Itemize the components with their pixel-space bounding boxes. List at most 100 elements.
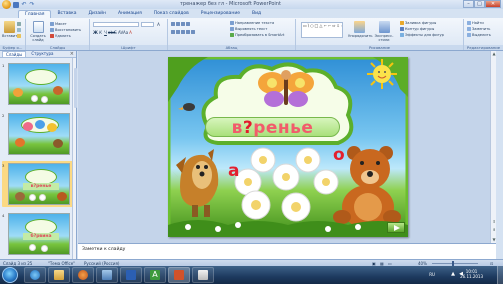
option-letter-o[interactable]: о bbox=[333, 145, 345, 165]
find-button[interactable]: Найти bbox=[467, 21, 484, 25]
clock[interactable]: 10:01 26.11.2013 bbox=[460, 269, 483, 279]
taskbar-media[interactable] bbox=[72, 267, 94, 283]
scrollbar-thumb[interactable] bbox=[73, 68, 77, 108]
bullets-buttons[interactable] bbox=[171, 22, 190, 26]
quick-styles-button[interactable]: Экспресс-стили bbox=[372, 21, 396, 42]
pane-tabs: Слайды Структура × bbox=[0, 51, 76, 58]
word-icon bbox=[126, 270, 136, 280]
save-icon[interactable] bbox=[13, 1, 19, 8]
maximize-button[interactable]: □ bbox=[474, 0, 485, 8]
layout-button[interactable]: Макет bbox=[50, 22, 67, 26]
new-slide-button[interactable]: Создать слайд bbox=[28, 21, 48, 42]
start-button[interactable] bbox=[2, 267, 18, 283]
font-size-combo[interactable] bbox=[141, 22, 154, 27]
editor-scrollbar[interactable]: ▲ ⇞ ⇟ ▼ bbox=[490, 51, 496, 243]
thumbnail-image: в?ренье bbox=[8, 163, 70, 205]
paragraph-group: Направление текста Выровнять текст Преоб… bbox=[168, 19, 296, 50]
font-color-button[interactable]: A bbox=[128, 30, 133, 35]
format-painter-icon[interactable] bbox=[17, 34, 21, 38]
tab-slides[interactable]: Слайды bbox=[2, 51, 27, 57]
quick-styles-icon bbox=[378, 21, 390, 33]
tab-outline[interactable]: Структура bbox=[28, 51, 56, 57]
redo-icon[interactable]: ↷ bbox=[29, 1, 35, 8]
slide-canvas[interactable]: в?ренье а о bbox=[168, 57, 408, 237]
next-slide-arrow[interactable]: ⇟ bbox=[491, 227, 497, 233]
thumbnail-word: в?ренье bbox=[23, 183, 59, 190]
layout-icon bbox=[50, 22, 54, 26]
undo-icon[interactable]: ↶ bbox=[21, 1, 27, 8]
delete-slide-button[interactable]: Удалить bbox=[50, 34, 71, 38]
shape-effects-button[interactable]: Эффекты для фигур bbox=[400, 33, 444, 37]
tab-slideshow[interactable]: Показ слайдов bbox=[148, 10, 195, 18]
missing-letter-mark: ? bbox=[242, 118, 254, 138]
tab-animation[interactable]: Анимация bbox=[112, 10, 148, 18]
smartart-button[interactable]: Преобразовать в SmartArt bbox=[230, 33, 284, 37]
previous-slide-arrow[interactable]: ⇞ bbox=[491, 219, 497, 225]
notes-placeholder: Заметки к слайду bbox=[82, 247, 126, 252]
reset-button[interactable]: Восстановить bbox=[50, 28, 81, 32]
reset-icon bbox=[50, 28, 54, 32]
taskbar-publisher[interactable]: A bbox=[144, 267, 166, 283]
alignment-buttons[interactable] bbox=[171, 30, 195, 34]
font-name-combo[interactable] bbox=[93, 22, 139, 27]
ribbon-tabs: Главная Вставка Дизайн Анимация Показ сл… bbox=[0, 9, 503, 18]
clipboard-group: Вставить Буфер о... bbox=[0, 19, 26, 50]
taskbar-explorer[interactable] bbox=[48, 267, 70, 283]
slide-editor: в?ренье а о ▲ ⇞ ⇟ ▼ bbox=[78, 51, 496, 243]
taskbar-word[interactable] bbox=[120, 267, 142, 283]
slide-thumbnail-4[interactable]: 4 б?рвина bbox=[2, 211, 74, 257]
window-icon bbox=[102, 270, 112, 280]
copy-icon[interactable] bbox=[17, 28, 21, 32]
tab-home[interactable]: Главная bbox=[18, 10, 52, 18]
taskbar-ie[interactable] bbox=[24, 267, 46, 283]
show-desktop-button[interactable] bbox=[497, 266, 503, 284]
text-direction-button[interactable]: Направление текста bbox=[230, 21, 274, 25]
taskbar-paint[interactable] bbox=[192, 267, 214, 283]
slide-number: 4 bbox=[2, 213, 5, 218]
slide-thumbnail-1[interactable]: 1 bbox=[2, 61, 74, 107]
tab-design[interactable]: Дизайн bbox=[83, 10, 112, 18]
input-language[interactable]: RU bbox=[429, 272, 435, 277]
paste-button[interactable]: Вставить bbox=[2, 21, 19, 38]
minimize-button[interactable]: – bbox=[463, 0, 474, 8]
replace-button[interactable]: Заменить bbox=[467, 27, 490, 31]
paragraph-group-label: Абзац bbox=[168, 45, 295, 50]
effects-icon bbox=[400, 33, 404, 37]
slide-thumbnail-2[interactable]: 2 bbox=[2, 111, 74, 157]
shape-outline-button[interactable]: Контур фигуры bbox=[400, 27, 434, 31]
align-text-button[interactable]: Выровнять текст bbox=[230, 27, 267, 31]
close-button[interactable]: ✕ bbox=[485, 0, 501, 8]
cut-icon[interactable] bbox=[17, 22, 21, 26]
tab-review[interactable]: Рецензирование bbox=[195, 10, 246, 18]
thumbnail-image bbox=[8, 113, 70, 155]
grow-font-icon[interactable]: A bbox=[156, 22, 161, 27]
network-icon[interactable]: ▲ bbox=[451, 271, 455, 277]
pane-close-icon[interactable]: × bbox=[70, 51, 74, 57]
select-button[interactable]: Выделить bbox=[467, 33, 491, 37]
notes-pane[interactable]: Заметки к слайду bbox=[78, 243, 496, 259]
taskbar-powerpoint[interactable] bbox=[168, 267, 190, 283]
scroll-up-arrow[interactable]: ▲ bbox=[491, 51, 497, 57]
arrange-icon bbox=[353, 21, 365, 33]
slide-number: 3 bbox=[2, 163, 5, 168]
thumbnails-scrollbar[interactable] bbox=[72, 58, 77, 259]
shapes-gallery[interactable]: ▭\○□△⌐⌐⇨⇩☆{} bbox=[301, 22, 343, 38]
slide-thumbnail-3[interactable]: 3 в?ренье bbox=[2, 161, 74, 207]
shape-fill-button[interactable]: Заливка фигуры bbox=[400, 21, 436, 25]
taskbar-app[interactable] bbox=[96, 267, 118, 283]
next-slide-button[interactable] bbox=[387, 222, 405, 233]
drawing-group: ▭\○□△⌐⌐⇨⇩☆{} Упорядочить Экспресс-стили … bbox=[296, 19, 464, 50]
taskbar: A RU ▲ ◀ 10:01 26.11.2013 bbox=[0, 266, 503, 284]
slides-group: Создать слайд Макет Восстановить Удалить… bbox=[26, 19, 90, 50]
replace-icon bbox=[467, 27, 471, 31]
option-letter-a[interactable]: а bbox=[228, 161, 239, 181]
tab-insert[interactable]: Вставка bbox=[51, 10, 82, 18]
clock-date: 26.11.2013 bbox=[460, 274, 483, 279]
zoom-slider[interactable] bbox=[432, 261, 478, 266]
arrange-button[interactable]: Упорядочить bbox=[348, 21, 373, 38]
tab-view[interactable]: Вид bbox=[246, 10, 267, 18]
office-button-icon[interactable] bbox=[2, 0, 11, 9]
word-suffix: ренье bbox=[253, 118, 314, 138]
align-text-icon bbox=[230, 27, 234, 31]
word-with-gap: в?ренье bbox=[205, 117, 340, 138]
